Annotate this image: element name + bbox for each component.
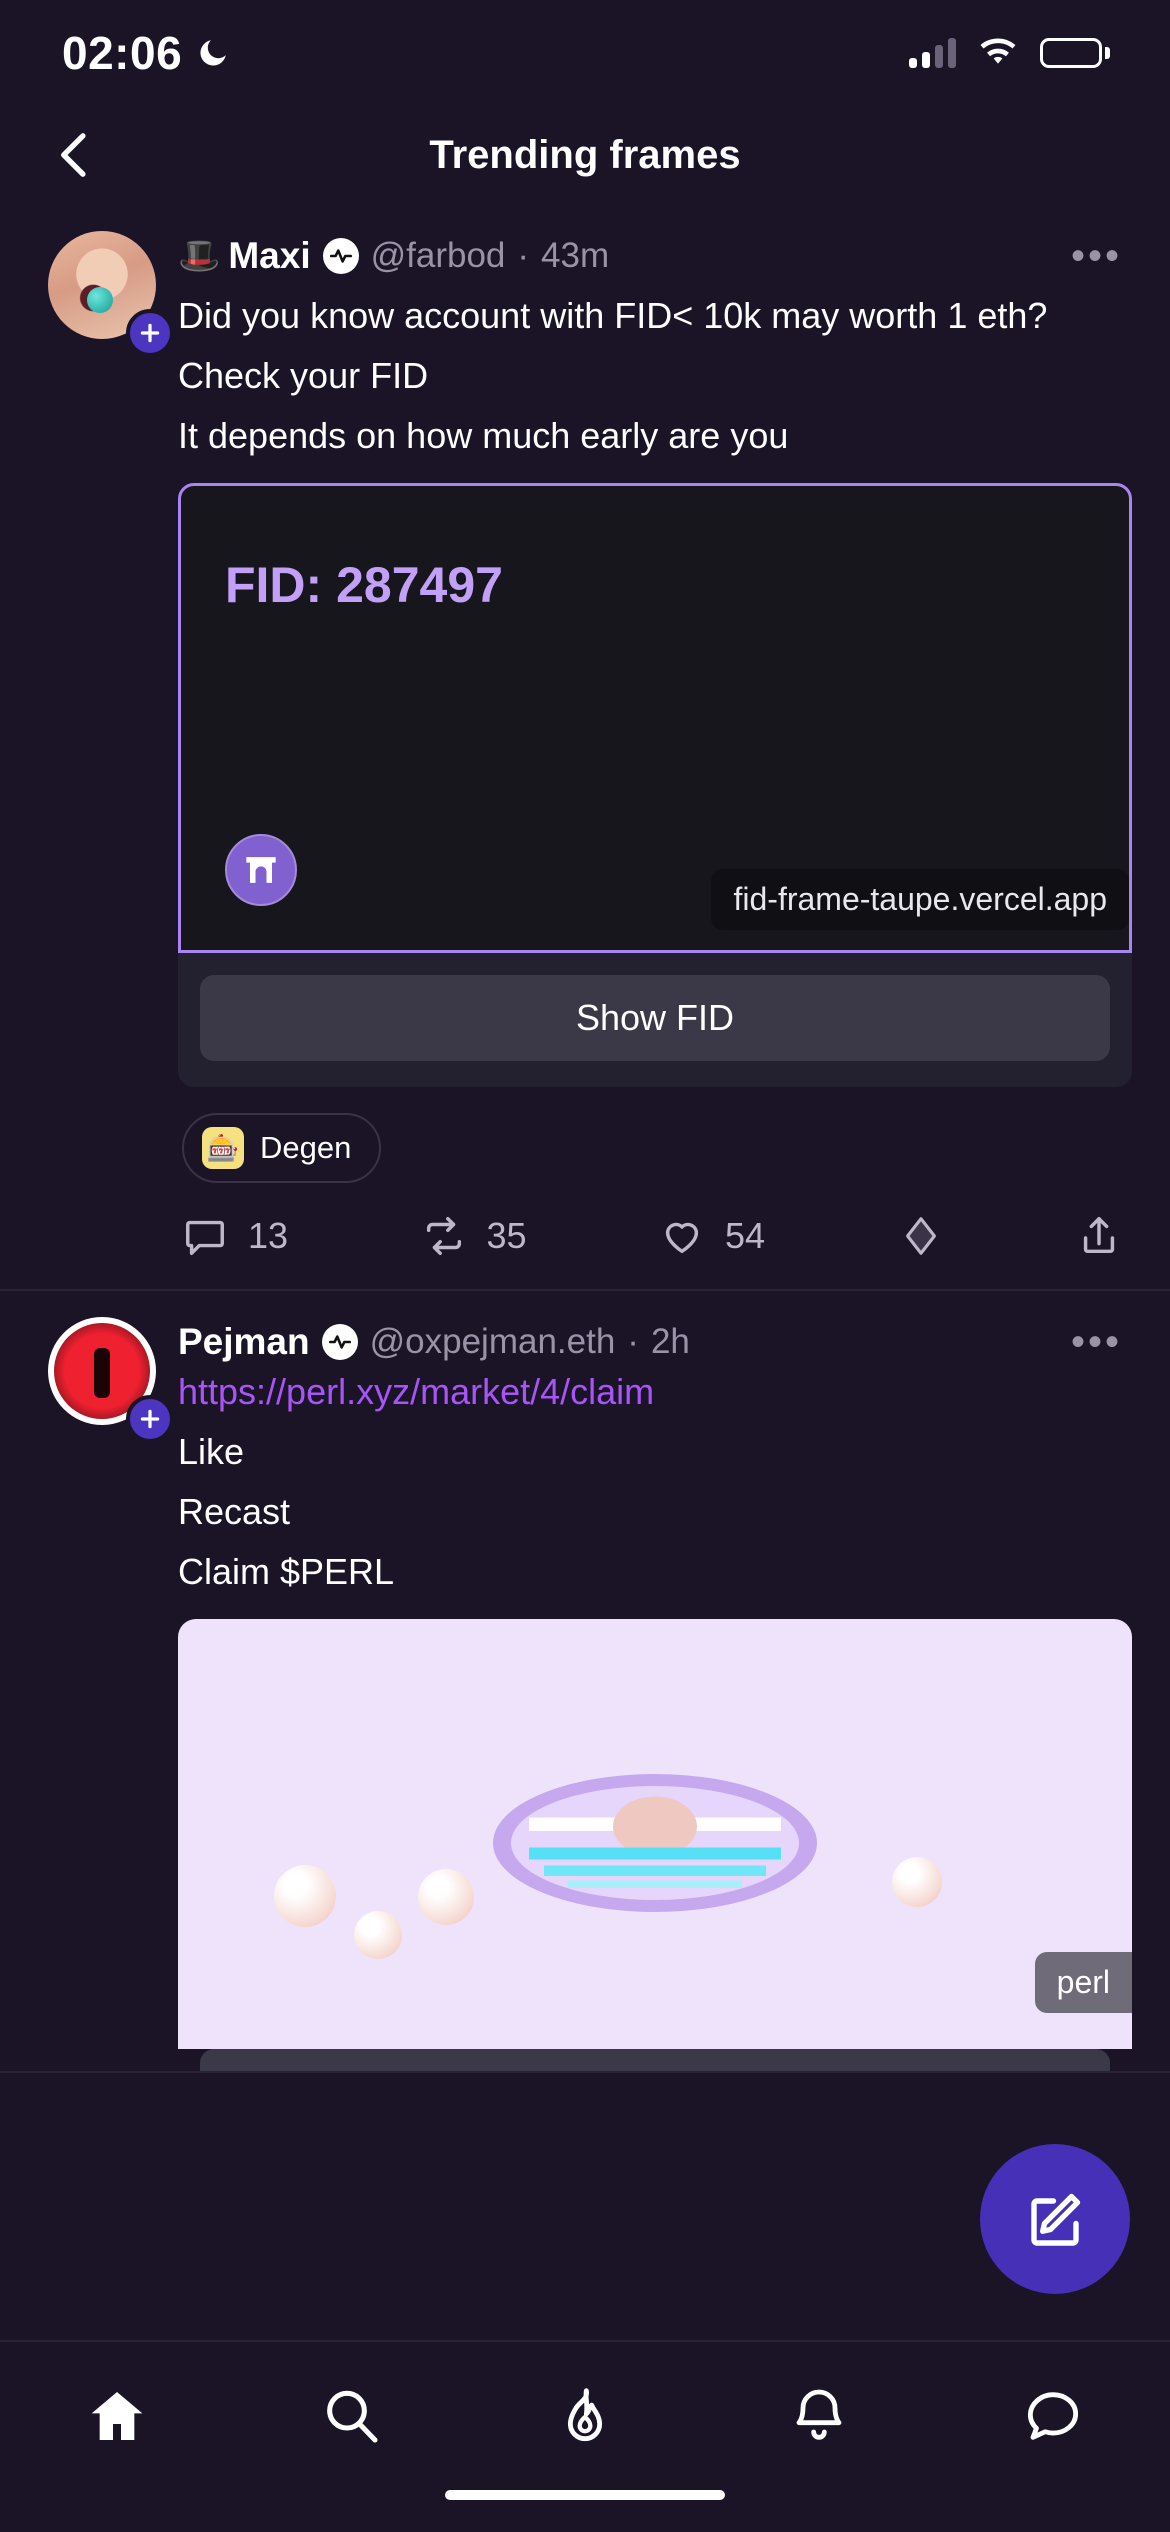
post-row: Pejman @oxpejman.eth · 2h ••• https://pe… bbox=[0, 1317, 1170, 2071]
tab-trending[interactable] bbox=[468, 2342, 702, 2490]
frame-preview[interactable]: FID: 287497 fid-frame-taupe.vercel.app bbox=[178, 483, 1132, 953]
moon-icon bbox=[196, 36, 230, 70]
post-text-line: Recast bbox=[178, 1491, 291, 1532]
frame-action-button[interactable]: Show FID bbox=[200, 975, 1110, 1061]
home-icon bbox=[91, 2392, 143, 2440]
name-emoji: 🎩 bbox=[178, 237, 221, 275]
post-text-line: Check your FID bbox=[178, 355, 429, 396]
status-bar-left: 02:06 bbox=[62, 26, 230, 80]
share-button[interactable] bbox=[1076, 1213, 1122, 1259]
like-count: 54 bbox=[725, 1215, 766, 1256]
home-indicator bbox=[445, 2490, 725, 2500]
more-options-icon[interactable]: ••• bbox=[1061, 236, 1132, 276]
feed-list[interactable]: 🎩 Maxi @farbod · 43m ••• Did you know ac… bbox=[0, 205, 1170, 2340]
frame-fid-label: FID: 287497 bbox=[225, 557, 503, 613]
status-bar: 02:06 bbox=[0, 0, 1170, 105]
post-text-line: It depends on how much early are you bbox=[178, 415, 789, 456]
channel-label: Degen bbox=[260, 1130, 352, 1165]
frame-footer: Show FID bbox=[178, 953, 1132, 1087]
tab-messages[interactable] bbox=[936, 2342, 1170, 2490]
compose-icon bbox=[1031, 2193, 1081, 2246]
bell-icon bbox=[796, 2389, 842, 2440]
compose-button[interactable] bbox=[980, 2144, 1130, 2294]
page-title: Trending frames bbox=[429, 132, 741, 177]
app-screen: 02:06 Trending frames 🎩 Maxi @farbod · 4… bbox=[0, 0, 1170, 2532]
bottom-tab-bar bbox=[0, 2340, 1170, 2490]
post-content: Pejman @oxpejman.eth · 2h ••• https://pe… bbox=[178, 1317, 1136, 2071]
farcaster-arch-icon bbox=[225, 834, 297, 906]
tab-search[interactable] bbox=[234, 2342, 468, 2490]
status-bar-clock: 02:06 bbox=[62, 26, 183, 79]
more-options-icon[interactable]: ••• bbox=[1061, 1322, 1132, 1362]
post-text-line: Claim $PERL bbox=[178, 1551, 395, 1592]
like-button[interactable]: 54 bbox=[659, 1213, 765, 1259]
chat-icon bbox=[1027, 2392, 1079, 2440]
cellular-signal-icon bbox=[909, 37, 956, 68]
flame-icon bbox=[567, 2388, 603, 2441]
back-button[interactable] bbox=[40, 120, 110, 190]
power-badge-icon bbox=[321, 1324, 358, 1360]
frame-embed[interactable]: FID: 287497 fid-frame-taupe.vercel.app S… bbox=[178, 483, 1132, 1087]
pearl-shell-illustration bbox=[493, 1773, 817, 1912]
status-bar-right bbox=[909, 37, 1110, 68]
wifi-icon bbox=[978, 37, 1018, 68]
post-header: Pejman @oxpejman.eth · 2h ••• bbox=[178, 1317, 1132, 1367]
search-icon bbox=[327, 2390, 378, 2443]
recast-icon bbox=[426, 1217, 461, 1255]
recast-button[interactable]: 35 bbox=[421, 1213, 527, 1259]
comment-button[interactable]: 13 bbox=[182, 1213, 288, 1259]
decorative-bubble bbox=[354, 1911, 402, 1959]
post-item[interactable]: Pejman @oxpejman.eth · 2h ••• https://pe… bbox=[0, 1291, 1170, 2073]
battery-full-icon bbox=[1040, 37, 1110, 68]
post-row: 🎩 Maxi @farbod · 43m ••• Did you know ac… bbox=[0, 231, 1170, 1087]
author-name[interactable]: Maxi bbox=[228, 235, 310, 277]
channel-chip-row: 🎰 Degen bbox=[0, 1087, 1170, 1183]
decorative-bubble bbox=[892, 1857, 942, 1907]
avatar-column bbox=[48, 231, 178, 1087]
tip-button[interactable] bbox=[898, 1213, 944, 1259]
post-timestamp: 2h bbox=[650, 1322, 690, 1361]
post-item[interactable]: 🎩 Maxi @farbod · 43m ••• Did you know ac… bbox=[0, 205, 1170, 1291]
follow-button[interactable] bbox=[126, 1395, 174, 1443]
heart-icon bbox=[665, 1222, 699, 1254]
comment-count: 13 bbox=[248, 1215, 289, 1256]
diamond-icon bbox=[905, 1217, 936, 1255]
author-name[interactable]: Pejman bbox=[178, 1321, 310, 1363]
home-indicator-area bbox=[0, 2490, 1170, 2532]
post-timestamp: 43m bbox=[541, 236, 610, 275]
power-badge-icon bbox=[322, 238, 359, 274]
pixel-pearl-artwork[interactable]: perl bbox=[178, 1619, 1132, 2049]
tab-notifications[interactable] bbox=[702, 2342, 936, 2490]
post-action-bar: 13 35 54 bbox=[0, 1183, 1170, 1289]
tab-home[interactable] bbox=[0, 2342, 234, 2490]
author-handle[interactable]: @oxpejman.eth bbox=[370, 1322, 616, 1362]
plus-icon bbox=[140, 323, 160, 343]
post-text-line: Did you know account with FID< 10k may w… bbox=[178, 295, 1048, 336]
chevron-left-icon bbox=[61, 133, 86, 177]
avatar-column bbox=[48, 1317, 178, 2071]
image-url-badge: perl bbox=[1034, 1952, 1132, 2013]
header-separator: · bbox=[627, 1322, 639, 1361]
recast-count: 35 bbox=[486, 1215, 527, 1256]
follow-button[interactable] bbox=[126, 309, 174, 357]
decorative-bubble bbox=[418, 1869, 474, 1925]
frame-footer-peek bbox=[200, 2049, 1110, 2071]
navigation-header: Trending frames bbox=[0, 105, 1170, 205]
author-handle[interactable]: @farbod bbox=[371, 236, 506, 276]
post-text-line: Like bbox=[178, 1431, 245, 1472]
channel-chip[interactable]: 🎰 Degen bbox=[182, 1113, 382, 1183]
comment-icon bbox=[186, 1220, 224, 1255]
decorative-bubble bbox=[274, 1865, 336, 1927]
frame-url-badge: fid-frame-taupe.vercel.app bbox=[711, 869, 1129, 930]
post-content: 🎩 Maxi @farbod · 43m ••• Did you know ac… bbox=[178, 231, 1136, 1087]
degen-hat-icon: 🎰 bbox=[202, 1127, 244, 1169]
plus-icon bbox=[140, 1409, 160, 1429]
share-icon bbox=[1083, 1217, 1115, 1254]
post-header: 🎩 Maxi @farbod · 43m ••• bbox=[178, 231, 1132, 281]
header-separator: · bbox=[517, 236, 530, 275]
post-link[interactable]: https://perl.xyz/market/4/claim bbox=[178, 1367, 1132, 1417]
